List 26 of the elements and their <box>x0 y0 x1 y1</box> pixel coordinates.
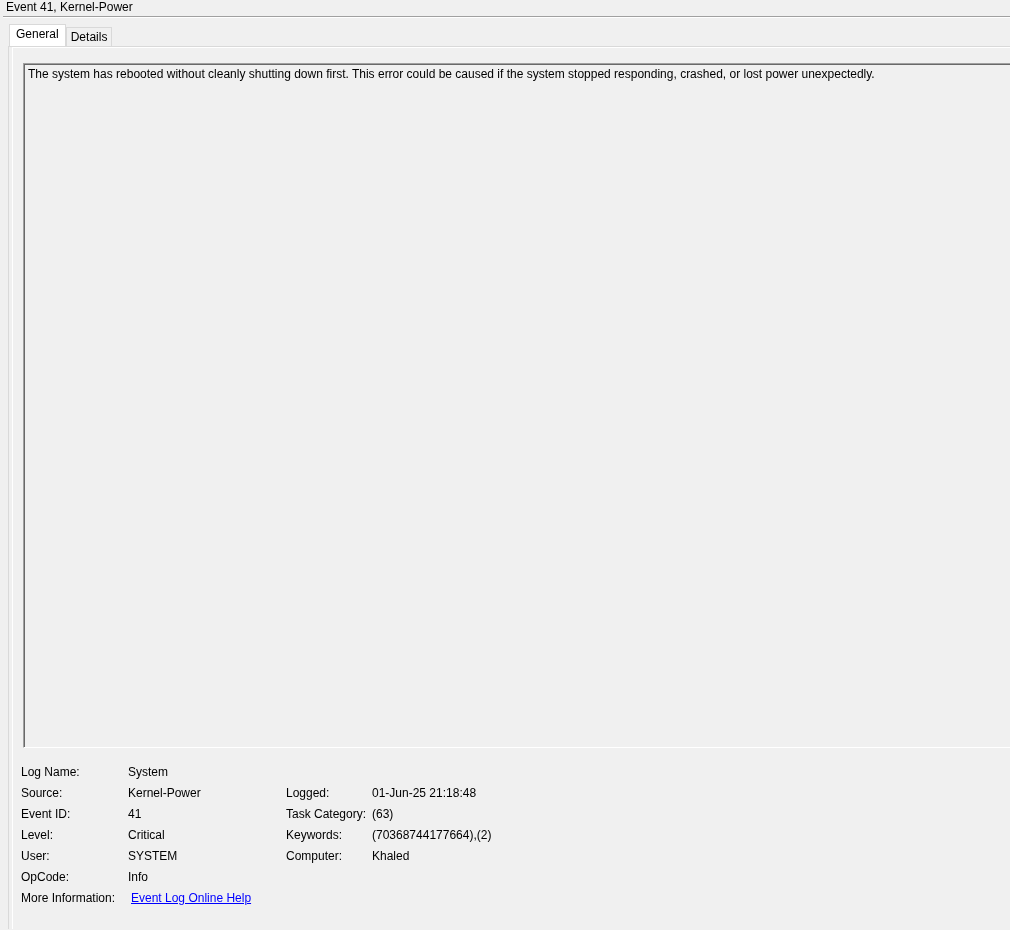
property-value: System <box>128 764 168 779</box>
property-label: Logged: <box>286 785 330 800</box>
property-value: Info <box>128 869 148 884</box>
property-label: OpCode: <box>21 869 70 884</box>
tab[interactable]: General <box>9 24 66 46</box>
property-label: User: <box>21 848 50 863</box>
property-label: More Information: <box>21 890 116 905</box>
property-value: SYSTEM <box>128 848 178 863</box>
property-value: 41 <box>128 806 142 821</box>
property-label: Keywords: <box>286 827 343 842</box>
property-value: (63) <box>372 806 394 821</box>
property-value: 01-Jun-25 21:18:48 <box>372 785 477 800</box>
window-title: Event 41, Kernel-Power <box>5 1 133 16</box>
property-label: Source: <box>21 785 63 800</box>
property-label: Event ID: <box>21 806 71 821</box>
help-link[interactable]: Event Log Online Help <box>131 890 252 905</box>
property-label: Task Category: <box>286 806 367 821</box>
property-label: Level: <box>21 827 54 842</box>
property-label: Log Name: <box>21 764 80 779</box>
property-value: Kernel-Power <box>128 785 201 800</box>
property-value: Critical <box>128 827 165 842</box>
property-value: (70368744177664),(2) <box>372 827 492 842</box>
property-value: Khaled <box>372 848 410 863</box>
property-label: Computer: <box>286 848 343 863</box>
tab[interactable]: Details <box>65 27 113 46</box>
description-text: The system has rebooted without cleanly shutting down first. This error could be caused if the system stopped responding, crashed, or lost power unexpectedly. <box>28 67 875 81</box>
